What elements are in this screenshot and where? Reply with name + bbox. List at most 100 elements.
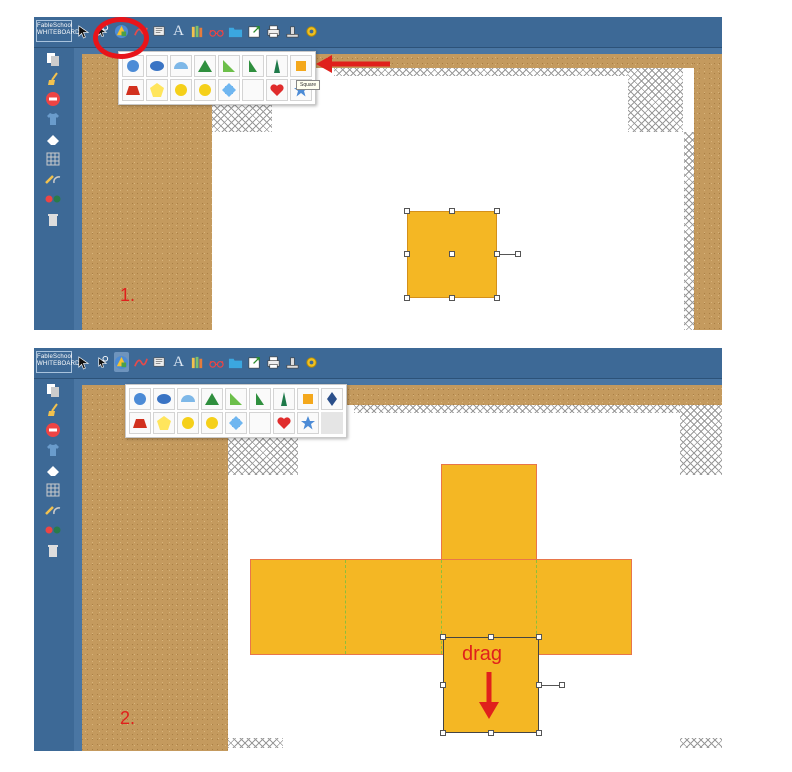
corkboard-right	[694, 54, 722, 330]
glasses-icon[interactable]	[209, 352, 224, 372]
hand-pointer-icon[interactable]	[43, 421, 63, 439]
text-icon[interactable]: A	[171, 352, 186, 372]
hatched-margin-bottom-right	[680, 738, 722, 748]
ruler-protractor-icon[interactable]	[43, 170, 63, 188]
pentagon-shape-icon[interactable]	[153, 412, 175, 434]
pentagon-shape-icon[interactable]	[146, 79, 168, 101]
resize-handle[interactable]	[488, 634, 494, 640]
flag-icon[interactable]	[152, 21, 167, 41]
resize-handle[interactable]	[404, 208, 410, 214]
shapes-icon[interactable]	[114, 352, 129, 372]
half-circle-shape-icon[interactable]	[170, 55, 192, 77]
settings-gear-icon[interactable]	[304, 352, 319, 372]
folder-icon[interactable]	[228, 352, 243, 372]
square-shape-icon[interactable]	[290, 55, 312, 77]
star-shape-icon[interactable]	[297, 412, 319, 434]
hand-pointer-icon[interactable]	[43, 90, 63, 108]
copy-icon[interactable]	[43, 50, 63, 68]
books-icon[interactable]	[190, 21, 205, 41]
select-arrow-icon[interactable]	[76, 21, 91, 41]
yellow-circle-2-shape-icon[interactable]	[201, 412, 223, 434]
octagon-shape-icon[interactable]	[218, 79, 240, 101]
rotate-handle[interactable]	[515, 251, 521, 257]
export-icon[interactable]	[247, 352, 262, 372]
tall-triangle-shape-icon[interactable]	[266, 55, 288, 77]
oval-shape-icon[interactable]	[146, 55, 168, 77]
settings-gear-icon[interactable]	[304, 21, 319, 41]
resize-handle[interactable]	[536, 730, 542, 736]
oval-shape-icon[interactable]	[153, 388, 175, 410]
resize-handle[interactable]	[404, 251, 410, 257]
books-icon[interactable]	[190, 352, 205, 372]
resize-handle[interactable]	[536, 634, 542, 640]
eraser-icon[interactable]	[43, 130, 63, 148]
grid-icon[interactable]	[43, 481, 63, 499]
export-icon[interactable]	[247, 21, 262, 41]
print-icon[interactable]	[266, 352, 281, 372]
stamp-icon[interactable]	[285, 21, 300, 41]
crescent-shape-icon[interactable]	[249, 412, 271, 434]
rotate-handle[interactable]	[559, 682, 565, 688]
resize-handle[interactable]	[440, 682, 446, 688]
grid-icon[interactable]	[43, 150, 63, 168]
resize-handle[interactable]	[449, 208, 455, 214]
rotate-handle-line	[500, 254, 516, 255]
flag-icon[interactable]	[152, 352, 167, 372]
shirt-icon[interactable]	[43, 441, 63, 459]
record-icon[interactable]	[43, 190, 63, 208]
tall-triangle-shape-icon[interactable]	[273, 388, 295, 410]
highlight-circle-annotation	[93, 17, 149, 59]
yellow-circle-shape-icon[interactable]	[170, 79, 192, 101]
select-arrow-icon[interactable]	[76, 352, 91, 372]
resize-handle[interactable]	[494, 208, 500, 214]
triangle-shape-icon[interactable]	[194, 55, 216, 77]
octagon-shape-icon[interactable]	[225, 412, 247, 434]
resize-handle[interactable]	[494, 295, 500, 301]
center-handle[interactable]	[449, 251, 455, 257]
trapezoid-shape-icon[interactable]	[122, 79, 144, 101]
right-triangle-alt-shape-icon[interactable]	[249, 388, 271, 410]
diamond-shape-icon[interactable]	[321, 388, 343, 410]
stamp-icon[interactable]	[285, 352, 300, 372]
resize-handle[interactable]	[440, 730, 446, 736]
step-label: 2.	[120, 708, 136, 728]
right-triangle-alt-shape-icon[interactable]	[242, 55, 264, 77]
yellow-circle-2-shape-icon[interactable]	[194, 79, 216, 101]
record-icon[interactable]	[43, 521, 63, 539]
shirt-icon[interactable]	[43, 110, 63, 128]
heart-shape-icon[interactable]	[266, 79, 288, 101]
half-circle-shape-icon[interactable]	[177, 388, 199, 410]
copy-icon[interactable]	[43, 381, 63, 399]
ruler-protractor-icon[interactable]	[43, 501, 63, 519]
print-icon[interactable]	[266, 21, 281, 41]
screenshot-panel-step-1: FableSchool WHITEBOARD A Square 1.	[34, 17, 722, 330]
text-icon[interactable]: A	[171, 21, 186, 41]
net-square-top[interactable]	[441, 464, 537, 560]
square-shape-icon[interactable]	[297, 388, 319, 410]
right-triangle-shape-icon[interactable]	[218, 55, 240, 77]
resize-handle[interactable]	[404, 295, 410, 301]
folder-icon[interactable]	[228, 21, 243, 41]
broom-icon[interactable]	[43, 401, 63, 419]
app-logo: FableSchool WHITEBOARD	[36, 20, 79, 42]
circle-shape-icon[interactable]	[129, 388, 151, 410]
trash-icon[interactable]	[43, 210, 63, 228]
left-sidebar	[34, 48, 74, 330]
triangle-shape-icon[interactable]	[201, 388, 223, 410]
broom-icon[interactable]	[43, 70, 63, 88]
trash-icon[interactable]	[43, 541, 63, 559]
resize-handle[interactable]	[440, 634, 446, 640]
hatched-margin-right	[680, 405, 722, 475]
glasses-icon[interactable]	[209, 21, 224, 41]
down-arrow-annotation	[479, 672, 499, 719]
resize-handle[interactable]	[488, 730, 494, 736]
multi-select-icon[interactable]	[95, 352, 110, 372]
trapezoid-shape-icon[interactable]	[129, 412, 151, 434]
crescent-shape-icon[interactable]	[242, 79, 264, 101]
right-triangle-shape-icon[interactable]	[225, 388, 247, 410]
draw-icon[interactable]	[133, 352, 148, 372]
yellow-circle-shape-icon[interactable]	[177, 412, 199, 434]
eraser-icon[interactable]	[43, 461, 63, 479]
resize-handle[interactable]	[449, 295, 455, 301]
heart-shape-icon[interactable]	[273, 412, 295, 434]
